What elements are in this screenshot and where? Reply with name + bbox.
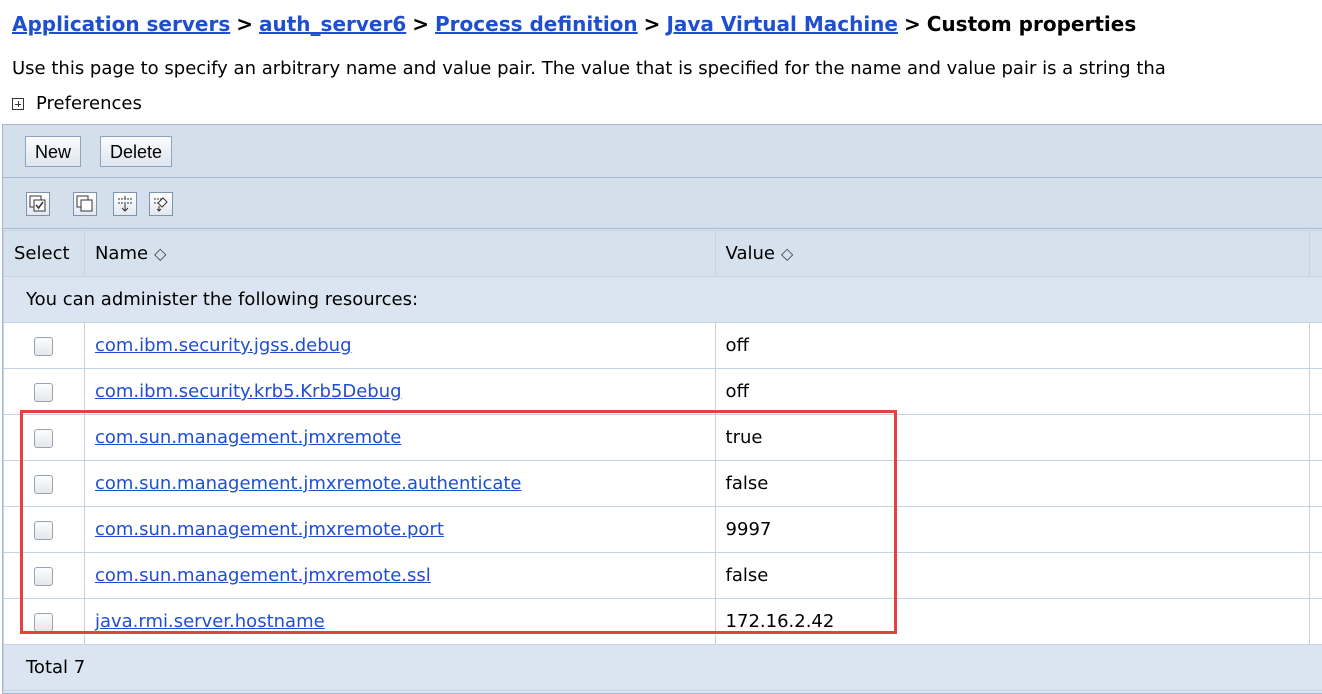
table-row: com.sun.management.jmxremote.authenticat… [4, 461, 1322, 507]
table-total-row: Total 7 [4, 645, 1322, 691]
table-row: com.ibm.security.jgss.debug off [4, 323, 1322, 369]
page-description: Use this page to specify an arbitrary na… [12, 58, 1166, 79]
breadcrumb-separator: > [236, 12, 253, 36]
row-checkbox[interactable] [34, 475, 53, 494]
property-name-cell: com.ibm.security.jgss.debug [84, 323, 715, 369]
property-name-link[interactable]: com.sun.management.jmxremote.authenticat… [95, 473, 522, 494]
breadcrumb-current: Custom properties [927, 12, 1136, 36]
property-name-cell: com.ibm.security.krb5.Krb5Debug [84, 369, 715, 415]
sort-icon[interactable]: ◇ [154, 244, 166, 263]
breadcrumb-application-servers[interactable]: Application servers [12, 12, 230, 36]
table-message-row: You can administer the following resourc… [4, 277, 1322, 323]
total-count: Total 7 [4, 645, 1322, 691]
table-row: java.rmi.server.hostname 172.16.2.42 [4, 599, 1322, 645]
row-extra-cell [1309, 599, 1322, 645]
property-name-link[interactable]: com.ibm.security.krb5.Krb5Debug [95, 381, 402, 402]
row-extra-cell [1309, 369, 1322, 415]
property-value-cell: false [715, 553, 1309, 599]
property-value-cell: off [715, 323, 1309, 369]
breadcrumb-separator: > [412, 12, 429, 36]
row-extra-cell [1309, 415, 1322, 461]
row-checkbox[interactable] [34, 567, 53, 586]
row-select-cell [4, 461, 85, 507]
breadcrumb: Application servers>auth_server6>Process… [12, 12, 1136, 36]
icon-toolbar [3, 178, 1322, 229]
row-extra-cell [1309, 323, 1322, 369]
breadcrumb-java-virtual-machine[interactable]: Java Virtual Machine [666, 12, 898, 36]
row-extra-cell [1309, 461, 1322, 507]
breadcrumb-separator: > [904, 12, 921, 36]
clear-filter-icon[interactable] [149, 192, 173, 216]
breadcrumb-separator: > [644, 12, 661, 36]
column-header-name-label: Name [95, 243, 148, 264]
custom-properties-table: Select Name ◇ Value ◇ You can administer t… [3, 230, 1322, 691]
breadcrumb-process-definition[interactable]: Process definition [435, 12, 638, 36]
row-checkbox[interactable] [34, 521, 53, 540]
property-name-link[interactable]: com.sun.management.jmxremote.ssl [95, 565, 431, 586]
property-name-cell: com.sun.management.jmxremote [84, 415, 715, 461]
row-extra-cell [1309, 553, 1322, 599]
row-checkbox[interactable] [34, 429, 53, 448]
property-name-link[interactable]: java.rmi.server.hostname [95, 611, 325, 632]
row-select-cell [4, 507, 85, 553]
property-name-link[interactable]: com.ibm.security.jgss.debug [95, 335, 352, 356]
table-row: com.sun.management.jmxremote.ssl false [4, 553, 1322, 599]
table-row: com.ibm.security.krb5.Krb5Debug off [4, 369, 1322, 415]
row-select-cell [4, 599, 85, 645]
table-row: com.sun.management.jmxremote.port 9997 [4, 507, 1322, 553]
show-filter-icon[interactable] [113, 192, 137, 216]
property-name-cell: com.sun.management.jmxremote.authenticat… [84, 461, 715, 507]
select-all-icon[interactable] [26, 192, 50, 216]
row-select-cell [4, 553, 85, 599]
column-header-name[interactable]: Name ◇ [84, 231, 715, 277]
table-header-row: Select Name ◇ Value ◇ [4, 231, 1322, 277]
property-value-cell: 9997 [715, 507, 1309, 553]
preferences-label: Preferences [36, 93, 142, 114]
row-select-cell [4, 369, 85, 415]
deselect-all-icon[interactable] [73, 192, 97, 216]
expand-icon[interactable] [12, 98, 24, 110]
column-header-select: Select [4, 231, 85, 277]
row-select-cell [4, 415, 85, 461]
property-name-cell: com.sun.management.jmxremote.ssl [84, 553, 715, 599]
column-header-value[interactable]: Value ◇ [715, 231, 1309, 277]
property-name-link[interactable]: com.sun.management.jmxremote [95, 427, 401, 448]
row-select-cell [4, 323, 85, 369]
column-header-extra [1309, 231, 1322, 277]
property-value-cell: 172.16.2.42 [715, 599, 1309, 645]
row-checkbox[interactable] [34, 613, 53, 632]
new-button[interactable]: New [25, 136, 81, 167]
row-extra-cell [1309, 507, 1322, 553]
property-value-cell: true [715, 415, 1309, 461]
row-checkbox[interactable] [34, 383, 53, 402]
table-row: com.sun.management.jmxremote true [4, 415, 1322, 461]
row-checkbox[interactable] [34, 337, 53, 356]
delete-button[interactable]: Delete [100, 136, 172, 167]
property-value-cell: off [715, 369, 1309, 415]
column-header-value-label: Value [726, 243, 775, 264]
resources-message: You can administer the following resourc… [4, 277, 1322, 323]
preferences-toggle[interactable]: Preferences [12, 93, 142, 114]
property-name-link[interactable]: com.sun.management.jmxremote.port [95, 519, 444, 540]
collection-panel: New Delete Select Name ◇ Value ◇ You can a… [2, 124, 1322, 694]
property-name-cell: java.rmi.server.hostname [84, 599, 715, 645]
button-bar: New Delete [3, 125, 1322, 178]
property-value-cell: false [715, 461, 1309, 507]
property-name-cell: com.sun.management.jmxremote.port [84, 507, 715, 553]
breadcrumb-auth-server6[interactable]: auth_server6 [259, 12, 406, 36]
sort-icon[interactable]: ◇ [781, 244, 793, 263]
